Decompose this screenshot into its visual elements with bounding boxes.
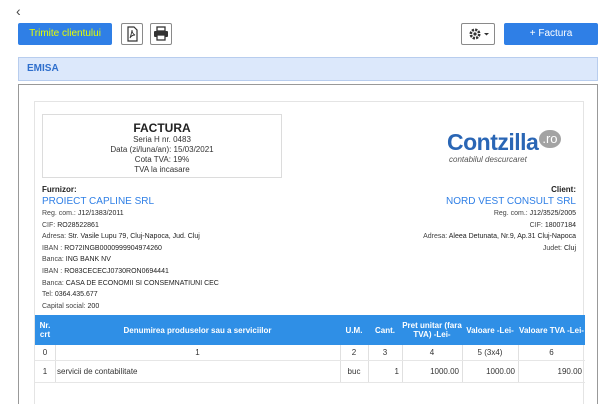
row-value: 1000.00	[486, 367, 515, 376]
index-price: 4	[429, 348, 435, 357]
col-header-desc: Denumirea produselor sau a serviciilor	[123, 325, 272, 335]
new-invoice-button[interactable]: + Factura	[504, 23, 598, 45]
invoice-date: Data (zi/luna/an): 15/03/2021	[110, 145, 214, 154]
settings-dropdown-button[interactable]	[461, 23, 495, 45]
col-header-value: Valoare -Lei-	[466, 325, 514, 335]
client-name: NORD VEST CONSULT SRL	[445, 196, 576, 207]
supplier-block: Furnizor: PROIECT CAPLINE SRL Reg. com.:…	[42, 184, 302, 312]
row-vat: 190.00	[557, 367, 582, 376]
supplier-cif: CIF: RO28522861	[42, 221, 99, 229]
supplier-iban-1: IBAN : RO72INGB0000999904974260	[42, 244, 162, 252]
invoice-vat-rate: Cota TVA: 19%	[134, 155, 190, 164]
col-header-qty: Cant.	[375, 325, 395, 335]
logo-suffix: .ro	[539, 130, 561, 148]
supplier-tel: Tel: 0364.435.677	[42, 291, 98, 299]
index-vat: 6	[549, 348, 554, 357]
table-row: 1 servicii de contabilitate buc 1 1000.0…	[35, 361, 585, 383]
table-index-row: 0 1 2 3 4 5 (3x4) 6	[35, 345, 585, 361]
invoice-vat-mode: TVA la incasare	[134, 165, 190, 174]
col-header-price: Pret unitar (fara TVA) -Lei-	[402, 321, 462, 339]
invoice-items-table: Nr. crt Denumirea produselor sau a servi…	[35, 315, 585, 383]
company-logo: Contzilla .ro contabilul descurcaret	[447, 130, 577, 170]
supplier-reg: Reg. com.: J12/1383/2011	[42, 210, 124, 217]
index-nr: 0	[42, 348, 48, 357]
supplier-address: Adresa: Str. Vasile Lupu 79, Cluj-Napoca…	[42, 233, 200, 241]
table-header: Nr. crt Denumirea produselor sau a servi…	[35, 315, 585, 345]
row-qty: 1	[394, 367, 399, 376]
client-county: Judet: Cluj	[542, 244, 576, 252]
printer-icon	[154, 26, 168, 41]
supplier-iban-2: IBAN : RO83CECECJ0730RON0694441	[42, 267, 169, 275]
toolbar: Trimite clientului + Factura	[18, 23, 598, 45]
supplier-bank-2: Banca: CASA DE ECONOMII SI CONSEMNATIUNI…	[42, 279, 219, 287]
index-qty: 3	[382, 348, 388, 357]
invoice-document: FACTURA Seria H nr. 0483 Data (zi/luna/a…	[34, 101, 585, 404]
client-address: Adresa: Aleea Detunata, Nr.9, Ap.31 Cluj…	[423, 233, 576, 241]
pdf-button[interactable]	[121, 23, 143, 45]
invoice-header-box: FACTURA Seria H nr. 0483 Data (zi/luna/a…	[42, 114, 282, 178]
supplier-heading: Furnizor:	[42, 185, 77, 194]
client-block: Client: NORD VEST CONSULT SRL Reg. com.:…	[316, 184, 576, 254]
invoice-series: Seria H nr. 0483	[133, 135, 191, 144]
client-reg: Reg. com.: J12/3525/2005	[493, 210, 576, 217]
client-cif: CIF: 18007184	[529, 221, 576, 229]
index-desc: 1	[195, 348, 200, 357]
logo-tagline: contabilul descurcaret	[449, 155, 527, 164]
status-section-header: EMISA	[18, 57, 598, 81]
index-um: 2	[351, 348, 357, 357]
row-nr: 1	[42, 367, 48, 376]
send-to-client-button[interactable]: Trimite clientului	[18, 23, 112, 45]
col-header-nr: Nr. crt	[39, 321, 51, 339]
row-desc: servicii de contabilitate	[57, 367, 138, 376]
back-arrow-icon[interactable]: ‹	[16, 3, 28, 19]
invoice-title: FACTURA	[133, 121, 191, 135]
row-um: buc	[347, 367, 361, 376]
gear-icon	[469, 28, 489, 40]
col-header-um: U.M.	[345, 325, 363, 335]
print-button[interactable]	[150, 23, 172, 45]
index-value: 5 (3x4)	[477, 348, 503, 357]
logo-main-text: Contzilla	[447, 129, 539, 155]
supplier-bank-1: Banca: ING BANK NV	[42, 256, 111, 264]
pdf-icon	[127, 26, 138, 42]
col-header-vat: Valoare TVA -Lei-	[519, 325, 584, 335]
client-heading: Client:	[551, 185, 576, 194]
supplier-capital: Capital social: 200	[42, 302, 100, 310]
invoice-preview[interactable]: FACTURA Seria H nr. 0483 Data (zi/luna/a…	[18, 84, 598, 404]
supplier-name: PROIECT CAPLINE SRL	[42, 196, 155, 207]
row-price: 1000.00	[430, 367, 459, 376]
